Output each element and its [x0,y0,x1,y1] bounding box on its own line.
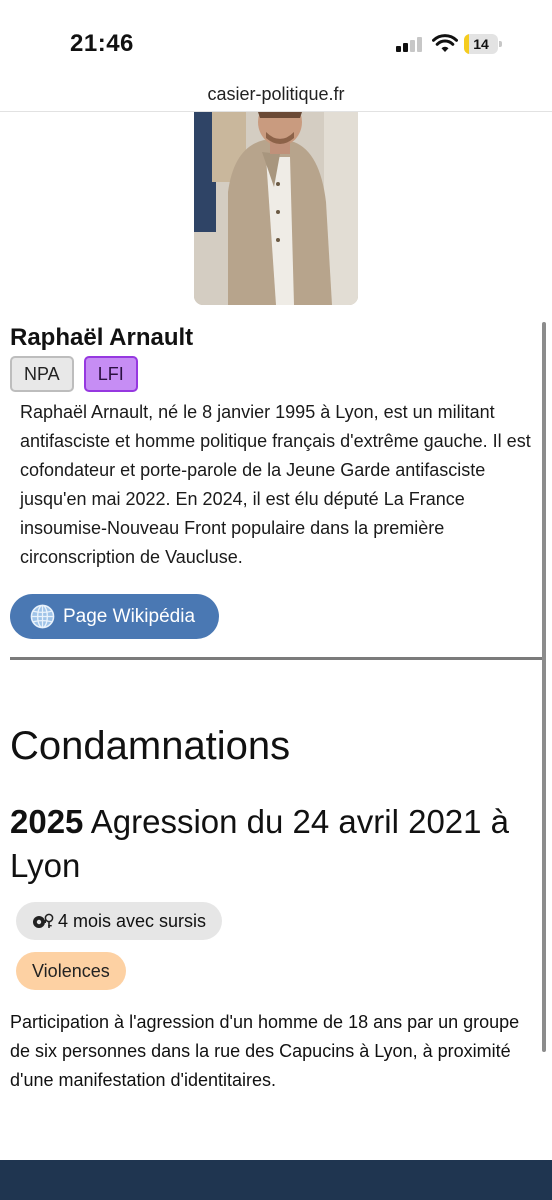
wikipedia-page-button[interactable]: Page Wikipédia [10,594,219,639]
portrait-photo [194,112,358,305]
status-bar: 21:46 14 [0,0,552,80]
party-tag-lfi[interactable]: LFI [83,356,138,392]
party-tag-npa[interactable]: NPA [10,356,74,392]
battery-level: 14 [473,36,489,52]
person-name: Raphaël Arnault [10,324,194,351]
conviction-name: Agression du 24 avril 2021 à Lyon [10,803,510,884]
conviction-title: 2025 Agression du 24 avril 2021 à Lyon [10,800,540,888]
sentence-text: 4 mois avec sursis [58,910,207,931]
conviction-year: 2025 [10,803,84,840]
bottom-bar [0,1160,552,1200]
battery-icon: 14 [464,34,502,54]
status-time: 21:46 [70,30,134,57]
wikipedia-button-label: Page Wikipédia [63,605,196,627]
page-scrollbar[interactable] [542,322,546,1052]
biography-text: Raphaël Arnault, né le 8 janvier 1995 à … [20,402,531,567]
wifi-icon [432,34,458,52]
cellular-signal-icon [396,36,424,52]
conviction-description: Participation à l'agression d'un homme d… [10,1012,520,1090]
condamnations-heading: Condamnations [10,724,291,768]
globe-icon [30,604,55,629]
section-divider [10,657,542,660]
sentence-badge: 4 mois avec sursis [16,902,223,940]
party-tags: NPA LFI [10,356,138,392]
url-bar[interactable]: casier-politique.fr [0,80,552,112]
category-badge[interactable]: Violences [16,952,126,990]
handcuffs-icon [33,913,54,928]
